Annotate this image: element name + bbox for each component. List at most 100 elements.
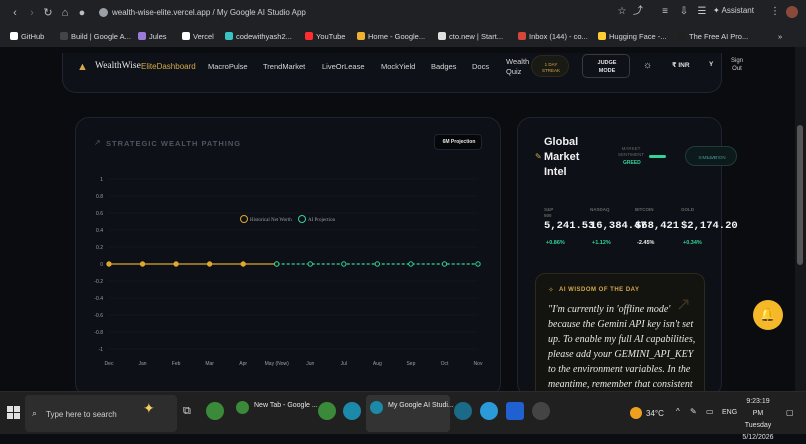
reload-icon[interactable]: ↻ — [41, 6, 55, 20]
sparkle-decoration-icon: ✦ — [143, 400, 155, 416]
url-text: wealth-wise-elite.vercel.app / My Google… — [112, 8, 306, 17]
y-tick-label: 0.2 — [96, 245, 103, 251]
edge-icon[interactable] — [343, 402, 361, 420]
data-point — [441, 261, 448, 267]
bookmark-favicon-icon — [225, 32, 233, 40]
bookmark-favicon-icon — [138, 32, 146, 40]
market-title-line1: Global — [544, 136, 579, 148]
x-tick-label: Mar — [205, 361, 214, 367]
home-icon[interactable]: ⌂ — [58, 6, 72, 20]
bookmark-item[interactable]: Home - Google... — [357, 32, 425, 41]
clock-day: Tuesday — [744, 422, 772, 429]
x-tick-label: Jul — [341, 361, 347, 367]
more-icon[interactable]: ⋮ — [769, 6, 781, 18]
forward-icon[interactable]: › — [25, 6, 39, 20]
ticker-change: +0.34% — [683, 240, 702, 246]
ticker-name: S&P 500 — [544, 207, 553, 219]
search-icon: ⌕ — [32, 408, 38, 418]
live-simulation-badge[interactable]: LIVE SIMULATION — [685, 146, 737, 166]
data-point — [240, 261, 246, 267]
downloads-icon[interactable]: ⇩ — [678, 6, 690, 18]
back-icon[interactable]: ‹ — [8, 6, 22, 20]
browser-chrome: ‹ › ↻ ⌂ ● wealth-wise-elite.vercel.app /… — [0, 0, 806, 47]
market-intel-card: ✎ Global Market Intel MARKET SENTIMENT G… — [517, 117, 738, 391]
share-icon[interactable]: ⤴ — [632, 6, 644, 18]
chat-icon[interactable] — [532, 402, 550, 420]
url-input[interactable]: wealth-wise-elite.vercel.app / My Google… — [96, 4, 476, 23]
store-icon[interactable] — [506, 402, 524, 420]
x-tick-label: Nov — [474, 361, 483, 367]
ticker-name: BITCOIN — [635, 207, 654, 212]
bookmark-item[interactable]: Hugging Face -... — [598, 32, 667, 41]
bookmark-label: Jules — [149, 32, 167, 41]
language-indicator[interactable]: ENG — [722, 409, 737, 416]
bookmark-item[interactable]: Inbox (144) - co... — [518, 32, 588, 41]
microphone-icon[interactable]: ● — [75, 6, 89, 20]
chrome-icon[interactable] — [206, 402, 224, 420]
data-point — [106, 261, 112, 267]
edge-icon — [370, 401, 383, 414]
taskbar-window-newtab[interactable]: New Tab - Google ... — [232, 395, 318, 432]
bookmark-favicon-icon — [518, 32, 526, 40]
bookmark-item[interactable]: codewithyash2... — [225, 32, 292, 41]
x-tick-label: Apr — [239, 361, 247, 367]
bookmarks-bar: GitHub Build | Google A... Jules Vercel code… — [0, 28, 806, 47]
y-tick-label: 0.6 — [96, 211, 103, 217]
bookmark-label: YouTube — [316, 32, 346, 41]
assistant-button[interactable]: ✦ Assistant — [713, 6, 754, 15]
y-tick-label: 1 — [100, 177, 103, 183]
task-view-icon[interactable]: ⧉ — [183, 405, 191, 418]
y-tick-label: 0.8 — [96, 194, 103, 200]
data-point — [374, 261, 381, 267]
scrollbar-thumb[interactable] — [797, 125, 803, 265]
bookmark-label: Build | Google A... — [71, 32, 131, 41]
bookmark-item[interactable]: cto.new | Start... — [438, 32, 503, 41]
ticker-name: GOLD — [681, 207, 694, 212]
bookmark-item[interactable]: Build | Google A... — [60, 32, 131, 41]
chrome-icon[interactable] — [318, 402, 336, 420]
sentiment-label: MARKET SENTIMENT — [618, 146, 644, 158]
data-point — [307, 261, 313, 267]
wisdom-text: "I'm currently in 'offline mode' because… — [548, 304, 696, 390]
notification-center-icon[interactable]: ▢ — [786, 408, 794, 417]
favorites-icon[interactable]: ☰ — [696, 6, 708, 18]
taskbar-search-input[interactable]: ⌕ Type here to search ✦ — [25, 395, 177, 432]
taskbar-clock[interactable]: 9:23:19 PM Tuesday 5/12/2026 — [741, 396, 775, 444]
network-icon[interactable]: ▭ — [706, 407, 714, 416]
bookmark-label: codewithyash2... — [236, 32, 292, 41]
y-tick-label: -0.2 — [94, 279, 103, 285]
more-bookmarks-icon[interactable]: » — [778, 32, 782, 41]
taskbar-window-aistudio[interactable]: My Google AI Studi... — [366, 395, 454, 432]
bookmark-favicon-icon — [182, 32, 190, 40]
sentiment-value: GREED — [623, 160, 641, 166]
sentiment-bar — [649, 155, 666, 158]
x-tick-label: Dec — [105, 361, 114, 367]
site-info-icon[interactable] — [99, 8, 108, 17]
bookmark-item[interactable]: Jules — [138, 32, 167, 41]
data-point — [475, 261, 481, 267]
pen-tray-icon[interactable]: ✎ — [690, 407, 697, 416]
bookmark-favicon-icon — [678, 32, 686, 40]
notification-bell-icon[interactable]: 🔔 — [753, 300, 783, 330]
profile-avatar[interactable] — [786, 6, 798, 18]
tray-chevron-icon[interactable]: ^ — [676, 407, 680, 416]
bookmark-star-icon[interactable]: ☆ — [616, 6, 628, 18]
bookmark-item[interactable]: YouTube — [305, 32, 345, 41]
bookmark-label: GitHub — [21, 32, 45, 41]
y-tick-label: -0.8 — [94, 330, 103, 336]
temperature[interactable]: 34°C — [646, 409, 664, 418]
bookmark-item[interactable]: The Free AI Pro... — [678, 32, 748, 41]
extensions-icon[interactable]: ≡ — [659, 6, 671, 18]
bookmark-item[interactable]: GitHub — [10, 32, 44, 41]
bookmark-item[interactable]: Vercel — [182, 32, 214, 41]
clock-date: 5/12/2026 — [742, 434, 774, 441]
bookmark-favicon-icon — [438, 32, 446, 40]
edge-beta-icon[interactable] — [480, 402, 498, 420]
windows-start-icon[interactable] — [7, 406, 20, 419]
y-tick-label: 0 — [100, 262, 103, 268]
y-tick-label: 0.4 — [96, 228, 103, 234]
data-point — [408, 261, 414, 267]
edge-dev-icon[interactable] — [454, 402, 472, 420]
data-point — [173, 261, 179, 267]
search-placeholder: Type here to search — [46, 410, 117, 419]
